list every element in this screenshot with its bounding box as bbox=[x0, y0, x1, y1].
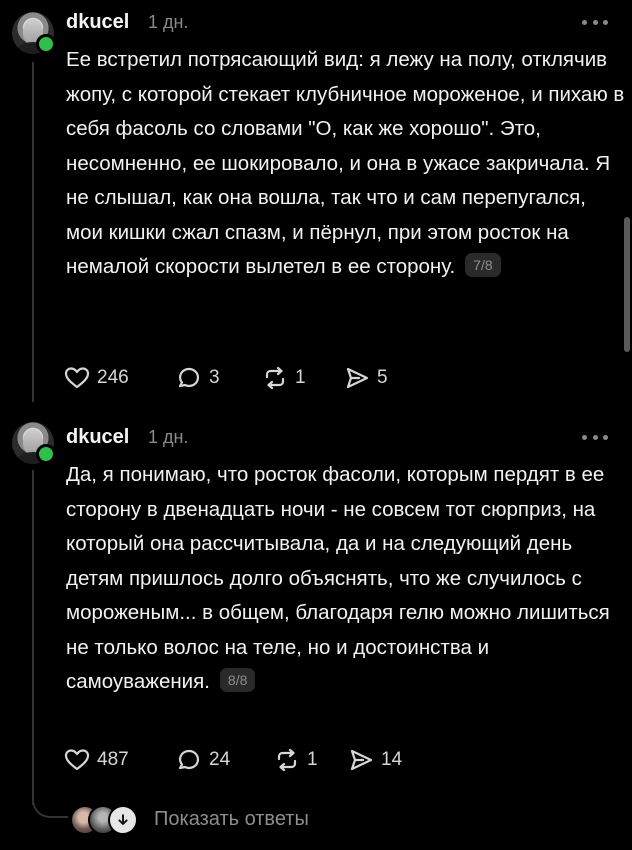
arrow-down-icon bbox=[108, 805, 138, 835]
post-text: Ее встретил потрясающий вид: я лежу на п… bbox=[66, 43, 626, 285]
share-button[interactable]: 5 bbox=[344, 363, 388, 393]
thread-post: dkucel 1 дн. Ее встретил потрясающий вид… bbox=[0, 0, 632, 410]
comment-count: 24 bbox=[209, 749, 231, 770]
username[interactable]: dkucel bbox=[66, 426, 129, 449]
repost-button[interactable]: 1 bbox=[274, 745, 318, 775]
comment-count: 3 bbox=[209, 367, 220, 388]
reply-avatars bbox=[70, 803, 142, 835]
share-icon bbox=[346, 367, 369, 389]
repost-count: 1 bbox=[307, 749, 318, 770]
post-text-content: Ее встретил потрясающий вид: я лежу на п… bbox=[66, 48, 625, 278]
repost-button[interactable]: 1 bbox=[262, 363, 306, 393]
comment-button[interactable]: 3 bbox=[176, 363, 220, 393]
thread-post: dkucel 1 дн. Да, я понимаю, что росток ф… bbox=[0, 410, 632, 800]
repost-icon bbox=[277, 748, 297, 772]
show-replies-label: Показать ответы bbox=[154, 807, 309, 830]
post-time: 1 дн. bbox=[148, 427, 189, 447]
heart-icon bbox=[64, 367, 90, 389]
repost-count: 1 bbox=[295, 367, 306, 388]
share-count: 5 bbox=[377, 367, 388, 388]
comment-icon bbox=[178, 367, 200, 388]
more-icon[interactable] bbox=[582, 18, 608, 26]
post-text-content: Да, я понимаю, что росток фасоли, которы… bbox=[66, 463, 610, 693]
like-count: 487 bbox=[97, 749, 129, 770]
online-status-dot bbox=[36, 444, 56, 464]
post-time: 1 дн. bbox=[148, 12, 189, 32]
scrollbar[interactable] bbox=[624, 217, 630, 352]
like-button[interactable]: 246 bbox=[64, 363, 129, 393]
comment-button[interactable]: 24 bbox=[176, 745, 230, 775]
repost-icon bbox=[265, 366, 285, 390]
page-badge: 8/8 bbox=[219, 668, 256, 692]
like-button[interactable]: 487 bbox=[64, 745, 129, 775]
like-count: 246 bbox=[97, 367, 129, 388]
username[interactable]: dkucel bbox=[66, 11, 129, 34]
heart-icon bbox=[64, 749, 90, 771]
share-count: 14 bbox=[381, 749, 403, 770]
page-badge: 7/8 bbox=[465, 253, 501, 277]
online-status-dot bbox=[36, 34, 56, 54]
more-icon[interactable] bbox=[582, 433, 608, 441]
show-replies-button[interactable]: Показать ответы bbox=[70, 802, 309, 836]
post-text: Да, я понимаю, что росток фасоли, которы… bbox=[66, 458, 626, 700]
comment-icon bbox=[178, 749, 200, 770]
share-icon bbox=[350, 749, 373, 771]
share-button[interactable]: 14 bbox=[348, 745, 402, 775]
post-actions: 487 24 1 14 bbox=[64, 745, 484, 775]
post-actions: 246 3 1 5 bbox=[64, 363, 484, 393]
